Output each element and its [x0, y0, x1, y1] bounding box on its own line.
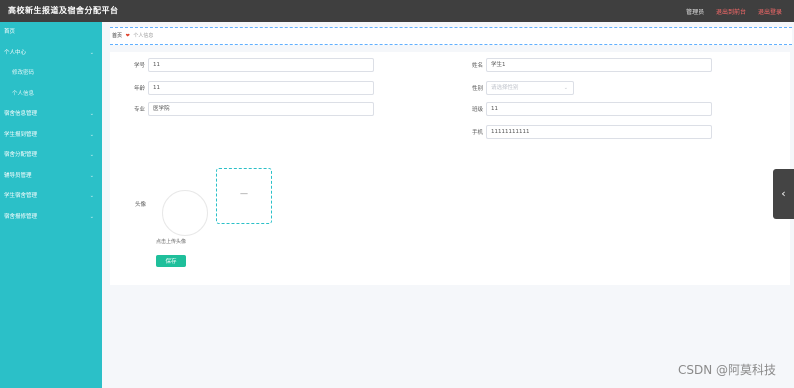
class-field[interactable]: 11: [486, 102, 712, 116]
sidebar-item-student-dorm[interactable]: 学生宿舍管理 ⌄: [0, 186, 102, 207]
upload-hint: 点击上传头像: [156, 239, 187, 245]
plus-icon: —: [240, 189, 248, 198]
sidebar-item-label: 宿舍报修管理: [4, 213, 38, 220]
breadcrumb: 首页 ❤ 个人信息: [110, 27, 792, 45]
sidebar-item-personal-info[interactable]: 个人信息: [0, 84, 102, 105]
sidebar-item-personal-center[interactable]: 个人中心 ⌄: [0, 43, 102, 64]
app-title: 高校新生报道及宿舍分配平台: [8, 6, 119, 15]
name-field[interactable]: 学生1: [486, 58, 712, 72]
sidebar-item-label: 学生报到管理: [4, 131, 38, 138]
sidebar-item-dorm-allocation[interactable]: 宿舍分配管理 ⌄: [0, 145, 102, 166]
gender-row: 性别 请选择性别 ⌄: [448, 81, 588, 95]
chevron-left-icon: ‹: [781, 187, 786, 200]
phone-field[interactable]: 11111111111: [486, 125, 712, 139]
class-label: 班级: [471, 107, 483, 113]
name-row: 姓名 学生1: [448, 58, 718, 72]
age-label: 年龄: [133, 86, 145, 92]
chevron-down-icon: ⌄: [563, 85, 568, 91]
sidebar-item-label: 个人中心: [4, 49, 27, 56]
sidebar-item-student-report[interactable]: 学生报到管理 ⌄: [0, 125, 102, 146]
save-button[interactable]: 保存: [156, 255, 186, 267]
major-label: 专业: [133, 107, 145, 113]
side-panel-toggle[interactable]: ‹: [773, 169, 794, 219]
student-no-field[interactable]: 11: [148, 58, 374, 72]
breadcrumb-current: 个人信息: [133, 33, 154, 39]
sidebar-item-label: 首页: [4, 29, 16, 35]
sidebar-item-label: 个人信息: [12, 90, 35, 97]
phone-label: 手机: [471, 130, 483, 136]
top-right-menu: 管理员 退出到前台 退出登录: [676, 7, 782, 16]
phone-row: 手机 11111111111: [448, 125, 718, 139]
watermark: CSDN @阿莫科技: [677, 363, 776, 377]
student-no-row: 学号 11: [110, 58, 380, 72]
sidebar-item-dorm-repair[interactable]: 宿舍报修管理 ⌄: [0, 207, 102, 228]
chevron-down-icon: ⌄: [89, 193, 94, 199]
main-content: 首页 ❤ 个人信息 学号 11 年龄 11 专业 医学院 姓名 学生1 性别 请…: [102, 22, 794, 388]
profile-form: 学号 11 年龄 11 专业 医学院 姓名 学生1 性别 请选择性别 ⌄ 班级 …: [110, 52, 790, 285]
avatar-preview: [162, 190, 208, 236]
gender-label: 性别: [471, 86, 483, 92]
heart-icon: ❤: [125, 33, 130, 39]
chevron-down-icon: ⌄: [89, 172, 94, 179]
sidebar: 首页 个人中心 ⌄ 修改密码 个人信息 宿舍信息管理 ⌄ 学生报到管理 ⌄ 宿舍…: [0, 22, 102, 388]
top-bar: 高校新生报道及宿舍分配平台 管理员 退出到前台 退出登录: [0, 0, 794, 22]
sidebar-item-home[interactable]: 首页: [0, 22, 102, 43]
name-label: 姓名: [471, 63, 483, 69]
chevron-down-icon: ⌄: [89, 213, 94, 220]
sidebar-item-label: 宿舍分配管理: [4, 152, 38, 158]
chevron-down-icon: ⌄: [89, 131, 94, 138]
chevron-down-icon: ⌄: [89, 152, 94, 158]
sidebar-item-label: 修改密码: [12, 70, 35, 76]
gender-placeholder: 请选择性别: [491, 85, 519, 91]
chevron-down-icon: ⌄: [89, 49, 94, 56]
age-field[interactable]: 11: [148, 81, 374, 95]
sidebar-item-label: 辅导员管理: [4, 172, 32, 179]
breadcrumb-home[interactable]: 首页: [112, 33, 122, 39]
major-field[interactable]: 医学院: [148, 102, 374, 116]
sidebar-item-dorm-info[interactable]: 宿舍信息管理 ⌄: [0, 104, 102, 125]
role-label: 管理员: [686, 9, 705, 16]
class-row: 班级 11: [448, 102, 718, 116]
avatar-upload-box[interactable]: —: [216, 168, 272, 224]
sidebar-item-change-password[interactable]: 修改密码: [0, 63, 102, 84]
avatar-label: 头像: [135, 202, 147, 208]
age-row: 年龄 11: [110, 81, 380, 95]
sidebar-item-label: 学生宿舍管理: [4, 193, 38, 199]
sidebar-item-label: 宿舍信息管理: [4, 111, 38, 117]
sidebar-item-counselor[interactable]: 辅导员管理 ⌄: [0, 166, 102, 187]
logout-link[interactable]: 退出登录: [758, 9, 782, 16]
gender-select[interactable]: 请选择性别 ⌄: [486, 81, 574, 95]
major-row: 专业 医学院: [110, 102, 380, 116]
student-no-label: 学号: [133, 63, 145, 69]
chevron-down-icon: ⌄: [89, 111, 94, 117]
back-to-front-link[interactable]: 退出到前台: [716, 9, 746, 16]
